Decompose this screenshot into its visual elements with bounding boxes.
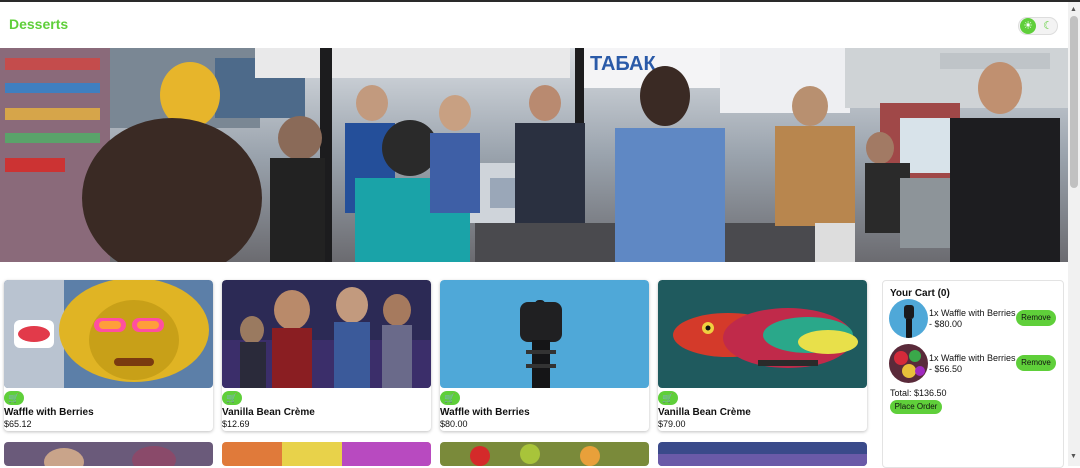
add-to-cart-button[interactable]: 🛒 <box>440 391 460 405</box>
product-card[interactable]: 🛒 Vanilla Bean Crème $79.00 <box>658 280 867 431</box>
product-price: $79.00 <box>658 419 686 429</box>
add-to-cart-button[interactable]: 🛒 <box>222 391 242 405</box>
cart-item-text: 1x Waffle with Berries - $80.00 <box>929 308 1016 330</box>
cart-item-text: 1x Waffle with Berries - $56.50 <box>929 353 1016 375</box>
product-price: $65.12 <box>4 419 32 429</box>
product-price: $80.00 <box>440 419 468 429</box>
cart-item-price: - $56.50 <box>929 364 963 374</box>
scrollbar-thumb[interactable] <box>1070 16 1078 188</box>
product-name: Waffle with Berries <box>440 407 530 418</box>
product-price: $12.69 <box>222 419 250 429</box>
scroll-up-icon[interactable]: ▲ <box>1070 6 1077 13</box>
cart-item-price: - $80.00 <box>929 319 963 329</box>
product-card[interactable]: 🛒 Waffle with Berries $65.12 <box>4 280 213 431</box>
product-image <box>4 280 213 388</box>
add-to-cart-button[interactable]: 🛒 <box>658 391 678 405</box>
app-title: Desserts <box>9 16 69 32</box>
product-name: Waffle with Berries <box>4 407 94 418</box>
page-scrollbar[interactable]: ▲ ▼ <box>1068 2 1080 466</box>
hero-banner-image: ТАБАК <box>0 48 1068 262</box>
cart-title: Your Cart (0) <box>890 288 950 299</box>
product-image <box>440 280 649 388</box>
theme-toggle[interactable]: ☀ ☾ <box>1018 17 1058 35</box>
hero-sign-text: ТАБАК <box>590 53 656 75</box>
cart-panel: Your Cart (0) 1x Waffle with Berries - $… <box>882 280 1064 468</box>
app-header: Desserts ☀ ☾ <box>0 2 1068 48</box>
product-card-partial[interactable] <box>658 442 867 466</box>
product-name: Vanilla Bean Crème <box>222 407 315 418</box>
cart-item-name: 1x Waffle with Berries <box>929 353 1016 363</box>
place-order-button[interactable]: Place Order <box>890 400 942 414</box>
cart-item-thumbnail <box>889 344 928 383</box>
product-image <box>658 280 867 388</box>
scroll-down-icon[interactable]: ▼ <box>1070 453 1077 460</box>
cart-item: 1x Waffle with Berries - $56.50 Remove <box>889 344 1061 384</box>
sun-icon: ☀ <box>1020 18 1036 34</box>
product-image <box>222 280 431 388</box>
product-card-partial[interactable] <box>440 442 649 466</box>
cart-total: Total: $136.50 <box>890 388 947 398</box>
product-name: Vanilla Bean Crème <box>658 407 751 418</box>
product-card[interactable]: 🛒 Vanilla Bean Crème $12.69 <box>222 280 431 431</box>
remove-button[interactable]: Remove <box>1016 355 1056 371</box>
remove-button[interactable]: Remove <box>1016 310 1056 326</box>
cart-item: 1x Waffle with Berries - $80.00 Remove <box>889 299 1061 339</box>
product-card-partial[interactable] <box>4 442 213 466</box>
product-card[interactable]: 🛒 Waffle with Berries $80.00 <box>440 280 649 431</box>
add-to-cart-button[interactable]: 🛒 <box>4 391 24 405</box>
cart-item-thumbnail <box>889 299 928 338</box>
cart-item-name: 1x Waffle with Berries <box>929 308 1016 318</box>
moon-icon: ☾ <box>1043 20 1053 32</box>
product-card-partial[interactable] <box>222 442 431 466</box>
